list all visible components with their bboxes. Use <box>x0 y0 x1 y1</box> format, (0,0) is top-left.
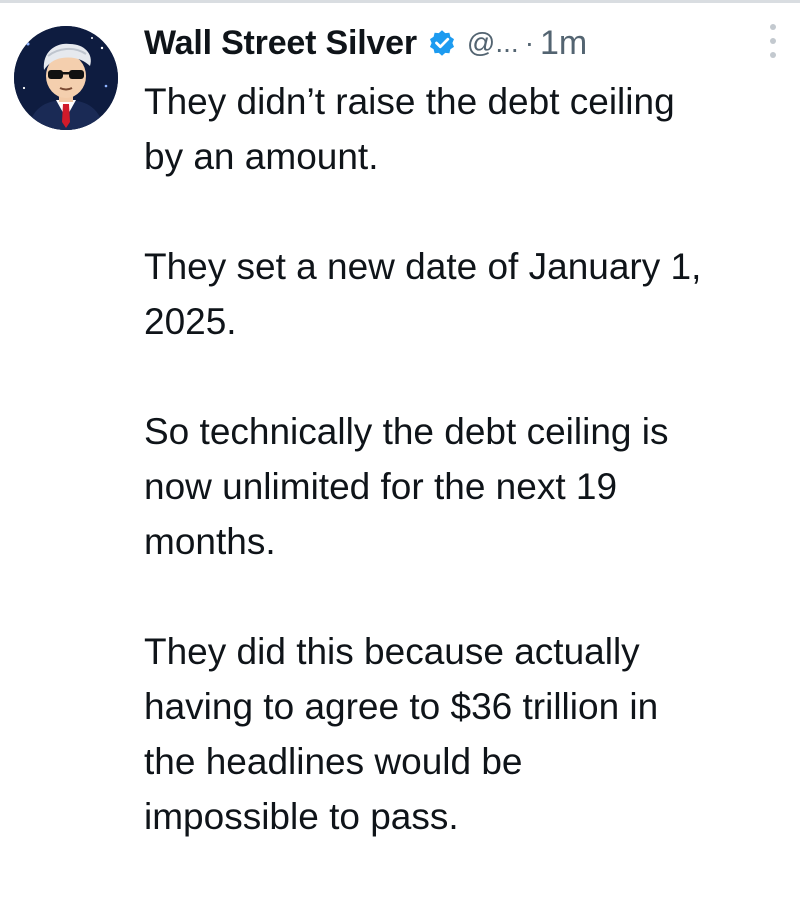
tweet-timestamp[interactable]: 1m <box>540 24 587 63</box>
author-display-name[interactable]: Wall Street Silver <box>144 24 417 63</box>
avatar[interactable] <box>14 26 118 130</box>
top-divider <box>0 0 800 3</box>
tweet-paragraph: So technically the debt ceiling is now u… <box>144 404 784 569</box>
tweet-line: So technically the debt ceiling is <box>144 411 669 452</box>
more-dot <box>770 52 776 58</box>
tweet-line: the headlines would be <box>144 741 523 782</box>
verified-badge-icon <box>427 28 457 58</box>
tweet-line: by an amount. <box>144 136 379 177</box>
avatar-image <box>14 26 118 130</box>
tweet-line: 2025. <box>144 301 237 342</box>
more-dot <box>770 24 776 30</box>
more-dot <box>770 38 776 44</box>
tweet-line: having to agree to $36 trillion in <box>144 686 659 727</box>
tweet-header: Wall Street Silver @... · 1m <box>144 20 790 66</box>
tweet-line: They didn’t raise the debt ceiling <box>144 81 675 122</box>
tweet-line: They set a new date of January 1, <box>144 246 702 287</box>
header-separator: · <box>524 27 535 58</box>
author-handle[interactable]: @... <box>467 27 519 59</box>
tweet-line: now unlimited for the next 19 <box>144 466 618 507</box>
tweet-line: impossible to pass. <box>144 796 459 837</box>
tweet-paragraph: They didn’t raise the debt ceiling by an… <box>144 74 784 184</box>
tweet-text: They didn’t raise the debt ceiling by an… <box>144 74 784 899</box>
tweet-paragraph: They set a new date of January 1, 2025. <box>144 239 784 349</box>
tweet-line: months. <box>144 521 276 562</box>
tweet-paragraph: They did this because actually having to… <box>144 624 784 844</box>
more-options-icon[interactable] <box>766 24 780 58</box>
tweet-line: They did this because actually <box>144 631 640 672</box>
